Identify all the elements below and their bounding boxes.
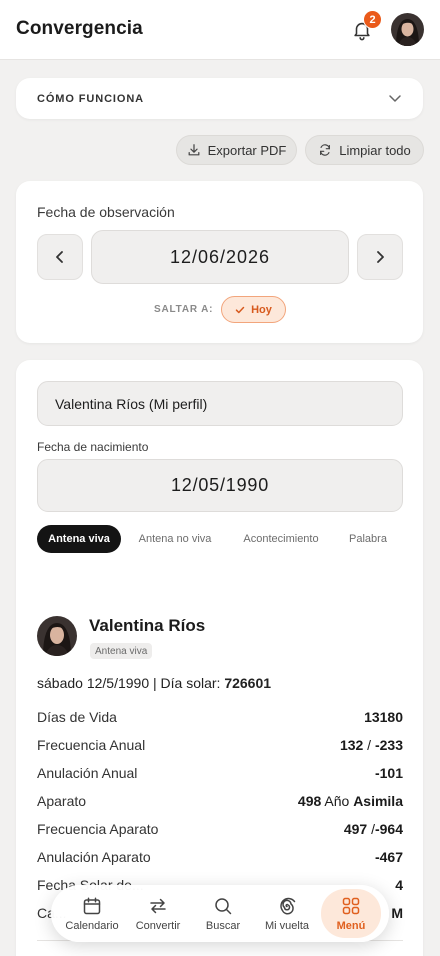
observation-date-field[interactable]: 12/06/2026 bbox=[91, 230, 349, 284]
birth-date-field[interactable]: 12/05/1990 bbox=[37, 459, 403, 512]
export-pdf-button[interactable]: Exportar PDF bbox=[176, 135, 297, 165]
row-value: M bbox=[391, 905, 403, 921]
nav-convertir[interactable]: Convertir bbox=[126, 885, 190, 942]
birth-date-label: Fecha de nacimiento bbox=[37, 440, 149, 454]
nav-mi-vuelta[interactable]: Mi vuelta bbox=[255, 885, 319, 942]
row-value: 13180 bbox=[364, 709, 403, 725]
chevron-right-icon bbox=[377, 251, 384, 263]
profile-name: Valentina Ríos bbox=[89, 616, 206, 635]
notification-badge: 2 bbox=[363, 10, 382, 29]
spiral-icon bbox=[280, 897, 296, 914]
how-it-works-label: CÓMO FUNCIONA bbox=[37, 93, 145, 105]
row-label: Días de Vida bbox=[37, 709, 117, 725]
tab-antena-viva[interactable]: Antena viva bbox=[37, 525, 121, 553]
previous-day-button[interactable] bbox=[37, 234, 83, 280]
solar-day-value: 726601 bbox=[224, 675, 272, 691]
grid-icon bbox=[342, 897, 360, 914]
row-value: 497 /-964 bbox=[343, 821, 403, 837]
result-row: Frecuencia Aparato 497 /-964 bbox=[37, 821, 403, 843]
tab-acontecimiento[interactable]: Acontecimiento bbox=[236, 525, 326, 553]
export-pdf-label: Exportar PDF bbox=[207, 142, 287, 158]
today-label: Hoy bbox=[251, 303, 272, 316]
next-day-button[interactable] bbox=[357, 234, 403, 280]
nav-buscar[interactable]: Buscar bbox=[191, 885, 255, 942]
birth-summary: sábado 12/5/1990 | Día solar: 726601 bbox=[37, 675, 271, 691]
nav-label: Buscar bbox=[205, 919, 241, 932]
profile-select[interactable]: Valentina Ríos (Mi perfil) bbox=[37, 381, 403, 426]
avatar[interactable] bbox=[391, 13, 424, 46]
tab-palabra[interactable]: Palabra bbox=[343, 525, 393, 553]
profile-card: Valentina Ríos (Mi perfil) Fecha de naci… bbox=[16, 360, 423, 956]
result-row: Días de Vida 13180 bbox=[37, 709, 403, 731]
row-label: Frecuencia Aparato bbox=[37, 821, 159, 837]
top-bar: Convergencia 2 bbox=[0, 0, 440, 60]
nav-calendario[interactable]: Calendario bbox=[60, 885, 124, 942]
calendar-icon bbox=[83, 896, 101, 914]
row-value: -467 bbox=[374, 849, 403, 865]
nav-label: Mi vuelta bbox=[264, 919, 310, 932]
observation-date-label: Fecha de observación bbox=[37, 204, 175, 220]
clear-all-label: Limpiar todo bbox=[339, 142, 411, 158]
profile-avatar bbox=[37, 616, 77, 656]
result-row: Aparato 498 Año Asimila bbox=[37, 793, 403, 815]
row-value: 498 Año Asimila bbox=[297, 793, 403, 809]
how-it-works-accordion[interactable]: CÓMO FUNCIONA bbox=[16, 78, 423, 119]
nav-label: Menú bbox=[336, 919, 366, 932]
row-label: Anulación Anual bbox=[37, 765, 138, 781]
chevron-down-icon bbox=[387, 90, 403, 106]
today-button[interactable]: Hoy bbox=[221, 296, 286, 323]
profile-type-tag: Antena viva bbox=[90, 643, 153, 659]
row-value: 4 bbox=[395, 877, 403, 893]
row-value: -101 bbox=[374, 765, 403, 781]
row-label: Aparato bbox=[37, 793, 87, 809]
observation-date-card: Fecha de observación 12/06/2026 SALTAR A… bbox=[16, 181, 423, 343]
row-label: Anulación Aparato bbox=[37, 849, 151, 865]
clear-all-button[interactable]: Limpiar todo bbox=[305, 135, 424, 165]
nav-menu[interactable]: Menú bbox=[321, 889, 381, 938]
bottom-navigation: Calendario Convertir Buscar Mi vuelta Me… bbox=[51, 885, 389, 942]
jump-to-label: SALTAR A: bbox=[154, 304, 214, 315]
row-label: Frecuencia Anual bbox=[37, 737, 146, 753]
app-title: Convergencia bbox=[16, 18, 143, 39]
search-icon bbox=[215, 897, 232, 914]
row-value: 132 / -233 bbox=[339, 737, 403, 753]
download-icon bbox=[188, 144, 200, 156]
swap-icon bbox=[150, 898, 166, 913]
result-row: Frecuencia Anual 132 / -233 bbox=[37, 737, 403, 759]
refresh-icon bbox=[320, 144, 331, 156]
nav-label: Convertir bbox=[135, 919, 181, 932]
nav-label: Calendario bbox=[65, 919, 119, 932]
chevron-left-icon bbox=[56, 251, 63, 263]
result-row: Anulación Anual -101 bbox=[37, 765, 403, 787]
birth-summary-text: sábado 12/5/1990 | Día solar: bbox=[37, 675, 221, 691]
tab-antena-no-viva[interactable]: Antena no viva bbox=[131, 525, 219, 553]
result-row: Anulación Aparato -467 bbox=[37, 849, 403, 871]
check-icon bbox=[235, 306, 245, 313]
